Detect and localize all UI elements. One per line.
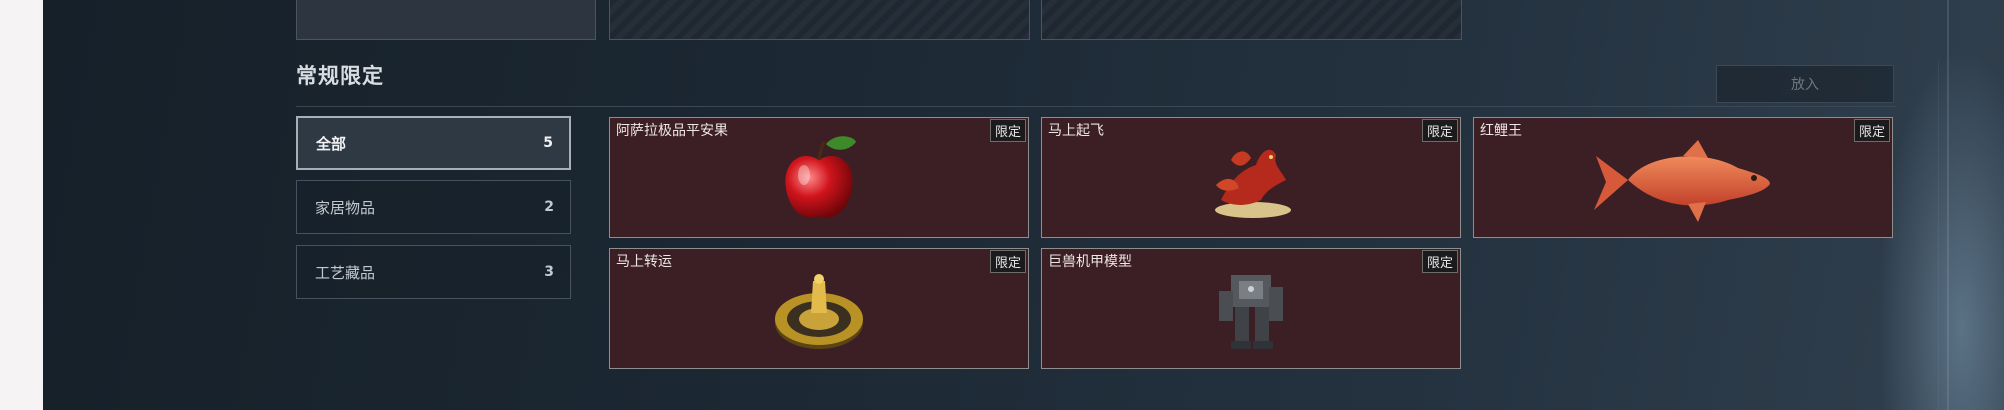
category-label: 家居物品 (315, 198, 376, 217)
section-divider (296, 106, 1896, 107)
limited-badge: 限定 (1421, 250, 1458, 273)
item-name: 马上转运 (616, 254, 672, 270)
previous-section-slot[interactable] (609, 0, 1030, 40)
limited-badge: 限定 (989, 119, 1026, 142)
item-card[interactable]: 马上转运 限定 (609, 248, 1029, 369)
item-card[interactable]: 红鲤王 限定 (1473, 117, 1893, 238)
category-count: 2 (544, 199, 554, 215)
panel-edge (1947, 0, 1949, 410)
flying-horse-icon (1215, 149, 1291, 218)
item-name: 红鲤王 (1480, 123, 1522, 139)
item-name: 马上起飞 (1048, 123, 1104, 139)
category-count: 3 (544, 264, 554, 280)
limited-badge: 限定 (989, 250, 1026, 273)
category-all[interactable]: 全部 5 (296, 116, 571, 170)
previous-section-slot[interactable] (1041, 0, 1462, 40)
item-card[interactable]: 马上起飞 限定 (1041, 117, 1461, 238)
previous-section-tile[interactable] (296, 0, 596, 40)
category-crafts[interactable]: 工艺藏品 3 (296, 245, 571, 299)
item-name: 巨兽机甲模型 (1048, 254, 1132, 270)
mech-model-icon (1219, 275, 1283, 349)
put-in-button[interactable]: 放入 (1716, 65, 1894, 103)
category-label: 全部 (316, 134, 347, 153)
item-card[interactable]: 阿萨拉极品平安果 限定 (609, 117, 1029, 238)
item-card[interactable]: 巨兽机甲模型 限定 (1041, 248, 1461, 369)
category-label: 工艺藏品 (315, 263, 376, 282)
category-home-items[interactable]: 家居物品 2 (296, 180, 571, 234)
apple-icon (785, 136, 856, 218)
panel-divider (1938, 60, 1939, 410)
golden-compass-icon (775, 274, 863, 349)
red-carp-icon (1594, 140, 1770, 222)
section-title: 常规限定 (296, 64, 384, 88)
category-count: 5 (543, 135, 553, 151)
item-name: 阿萨拉极品平安果 (616, 123, 728, 139)
limited-badge: 限定 (1853, 119, 1890, 142)
limited-badge: 限定 (1421, 119, 1458, 142)
